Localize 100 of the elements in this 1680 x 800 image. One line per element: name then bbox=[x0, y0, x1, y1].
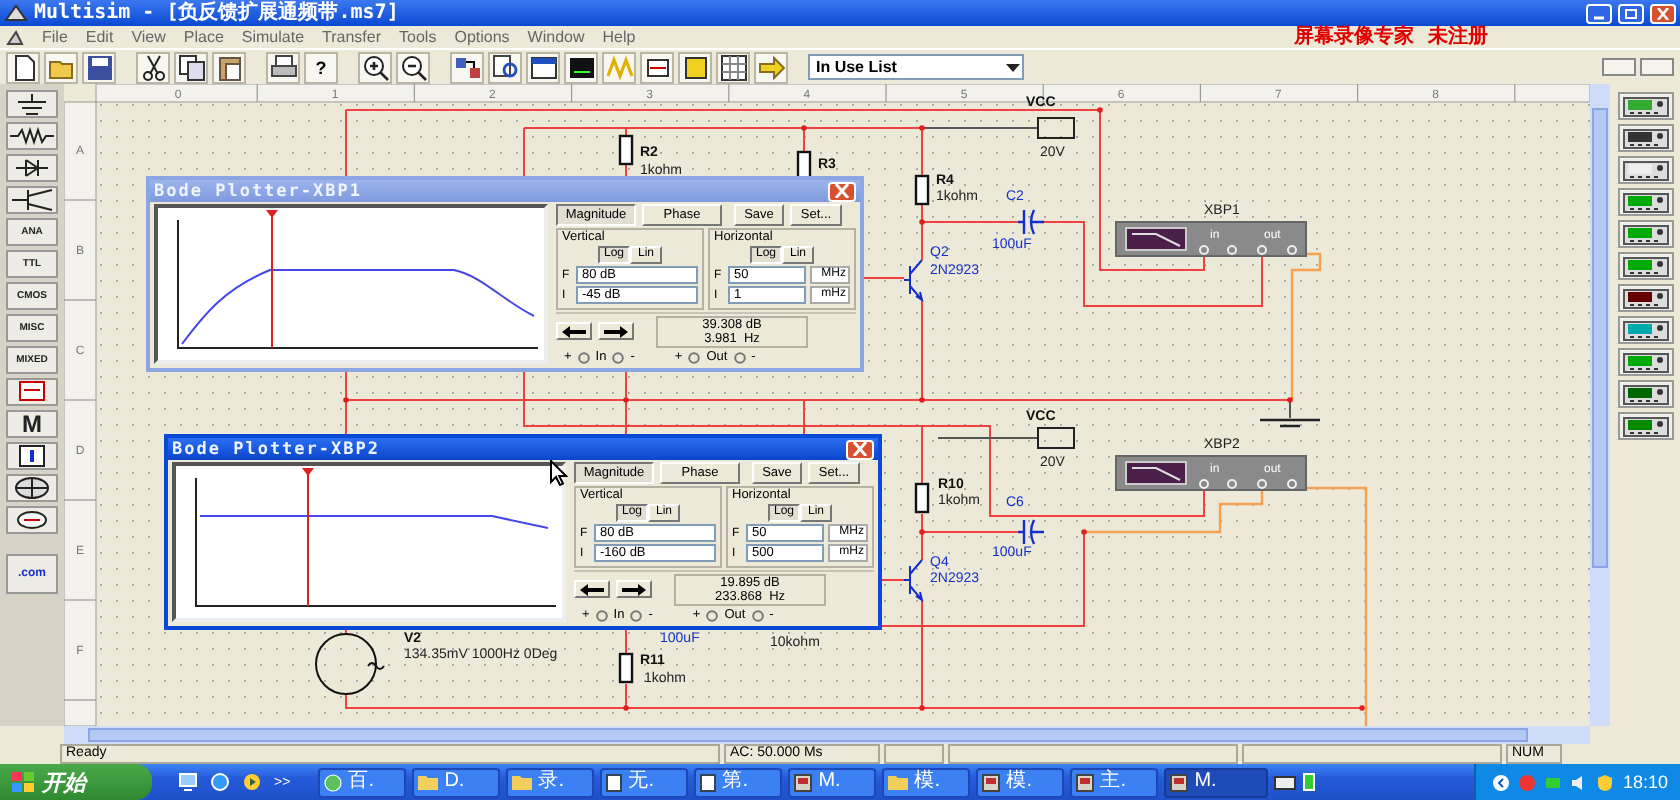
close-icon bbox=[852, 442, 868, 456]
junction-dot bbox=[801, 125, 807, 131]
arrow-button[interactable] bbox=[754, 51, 788, 83]
terminal-icon[interactable] bbox=[612, 352, 625, 364]
grid-button[interactable] bbox=[716, 51, 750, 83]
app-icon bbox=[794, 773, 813, 791]
instrument-icon bbox=[1621, 255, 1669, 277]
window-title: Multisim - [负反馈扩展通频带.ms7] bbox=[34, 0, 401, 26]
minimize-button[interactable] bbox=[1602, 58, 1636, 76]
taskbar-button[interactable]: 第. bbox=[694, 767, 783, 797]
instrument-button[interactable] bbox=[1617, 252, 1673, 280]
component-group-button[interactable]: M bbox=[6, 410, 58, 438]
power-terminal-symbol bbox=[1037, 427, 1075, 449]
instrument-button[interactable] bbox=[1617, 348, 1673, 376]
restore-button[interactable] bbox=[1640, 58, 1674, 76]
square-button[interactable] bbox=[678, 51, 712, 83]
open-button[interactable] bbox=[44, 51, 78, 83]
menu-item[interactable]: Edit bbox=[85, 26, 114, 48]
cut-icon bbox=[138, 51, 168, 83]
menu-item[interactable]: File bbox=[42, 26, 68, 48]
indicator-button[interactable] bbox=[6, 378, 58, 406]
taskbar-button[interactable]: 模. bbox=[976, 767, 1065, 797]
cursor-line[interactable] bbox=[266, 210, 278, 349]
new-file-button[interactable] bbox=[6, 51, 40, 83]
menu-item[interactable]: Transfer bbox=[322, 26, 382, 48]
taskbar-button[interactable]: 主. bbox=[1070, 767, 1159, 797]
component-button[interactable] bbox=[450, 51, 484, 83]
close-button[interactable] bbox=[846, 439, 874, 459]
folder-icon bbox=[418, 774, 439, 790]
horizontal-scrollbar[interactable] bbox=[64, 726, 1590, 744]
instrument-button[interactable] bbox=[1617, 412, 1673, 440]
resistor-button[interactable] bbox=[6, 122, 58, 150]
taskbar-button[interactable]: 模. bbox=[882, 767, 971, 797]
diode-button[interactable] bbox=[6, 154, 58, 182]
transistor-button[interactable] bbox=[6, 186, 58, 214]
taskbar-button[interactable]: D. bbox=[412, 767, 501, 797]
cursor-right-button[interactable] bbox=[616, 580, 652, 598]
instrument-button[interactable] bbox=[1617, 92, 1673, 120]
square-icon bbox=[680, 51, 710, 83]
junction-dot bbox=[1081, 529, 1087, 535]
start-button[interactable]: 开始 bbox=[0, 764, 152, 800]
globe-icon[interactable] bbox=[210, 772, 230, 792]
cursor-line[interactable] bbox=[302, 468, 314, 607]
instrument-button[interactable] bbox=[1617, 284, 1673, 312]
battery-icon[interactable] bbox=[1302, 772, 1317, 792]
media-icon[interactable] bbox=[242, 772, 262, 792]
help-button[interactable]: ? bbox=[304, 51, 338, 83]
windows-flag-icon bbox=[12, 772, 34, 792]
capacitor-symbol bbox=[1016, 518, 1046, 546]
copy-button[interactable] bbox=[174, 51, 208, 83]
arrow-icon[interactable] bbox=[1492, 773, 1511, 791]
taskbar-button[interactable]: 百. bbox=[318, 767, 407, 797]
menu-item[interactable]: View bbox=[131, 26, 166, 48]
menu-item[interactable]: Simulate bbox=[241, 26, 305, 48]
chip-button[interactable] bbox=[640, 51, 674, 83]
taskbar-button[interactable]: 无. bbox=[600, 767, 689, 797]
taskbar-button[interactable]: M. bbox=[788, 767, 877, 797]
cursor-right-button[interactable] bbox=[598, 322, 634, 340]
close-button[interactable] bbox=[1650, 3, 1676, 23]
menu-item[interactable]: Window bbox=[527, 26, 585, 48]
junction-dot bbox=[623, 705, 629, 711]
desktop-icon[interactable] bbox=[178, 772, 198, 792]
instrument-button[interactable] bbox=[1617, 220, 1673, 248]
terminal-icon[interactable] bbox=[733, 352, 746, 364]
ground-button[interactable] bbox=[6, 90, 58, 118]
instrument-icon bbox=[1621, 383, 1669, 405]
instrument-button[interactable] bbox=[1617, 124, 1673, 152]
instrument-button[interactable] bbox=[1617, 380, 1673, 408]
instrument-icon bbox=[1621, 191, 1669, 213]
vertical-scrollbar[interactable] bbox=[1590, 84, 1610, 726]
terminal-icon[interactable] bbox=[595, 610, 608, 622]
instrument-button[interactable] bbox=[1617, 188, 1673, 216]
cursor-left-button[interactable] bbox=[574, 580, 610, 598]
menu-item[interactable]: Help bbox=[602, 26, 636, 48]
window-button[interactable] bbox=[526, 51, 560, 83]
paste-button[interactable] bbox=[212, 51, 246, 83]
save-button[interactable] bbox=[82, 51, 116, 83]
taskbar-button[interactable]: 录. bbox=[506, 767, 595, 797]
instrument-icon bbox=[1621, 287, 1669, 309]
cut-button[interactable] bbox=[136, 51, 170, 83]
terminal-icon[interactable] bbox=[706, 610, 719, 622]
instrument-button[interactable] bbox=[1617, 316, 1673, 344]
terminal-icon[interactable] bbox=[751, 610, 764, 622]
transistor-icon bbox=[6, 188, 58, 212]
print-button[interactable] bbox=[266, 51, 300, 83]
window-title: Bode Plotter-XBP1 bbox=[154, 181, 362, 201]
instrument-button[interactable] bbox=[1617, 156, 1673, 184]
taskbar-button[interactable]: M. bbox=[1164, 767, 1269, 797]
terminal-icon[interactable] bbox=[577, 352, 590, 364]
cursor-left-button[interactable] bbox=[556, 322, 592, 340]
terminal-icon[interactable] bbox=[630, 610, 643, 622]
component-list-dropdown[interactable]: In Use List bbox=[808, 54, 1024, 80]
menu-item[interactable]: Options bbox=[454, 26, 510, 48]
find-button[interactable] bbox=[488, 51, 522, 83]
close-button[interactable] bbox=[828, 181, 856, 201]
terminal-icon[interactable] bbox=[688, 352, 701, 364]
screen-button[interactable] bbox=[564, 51, 598, 83]
menu-item[interactable]: Tools bbox=[399, 26, 437, 48]
keyboard-icon[interactable] bbox=[1274, 775, 1297, 789]
menu-item[interactable]: Place bbox=[183, 26, 224, 48]
